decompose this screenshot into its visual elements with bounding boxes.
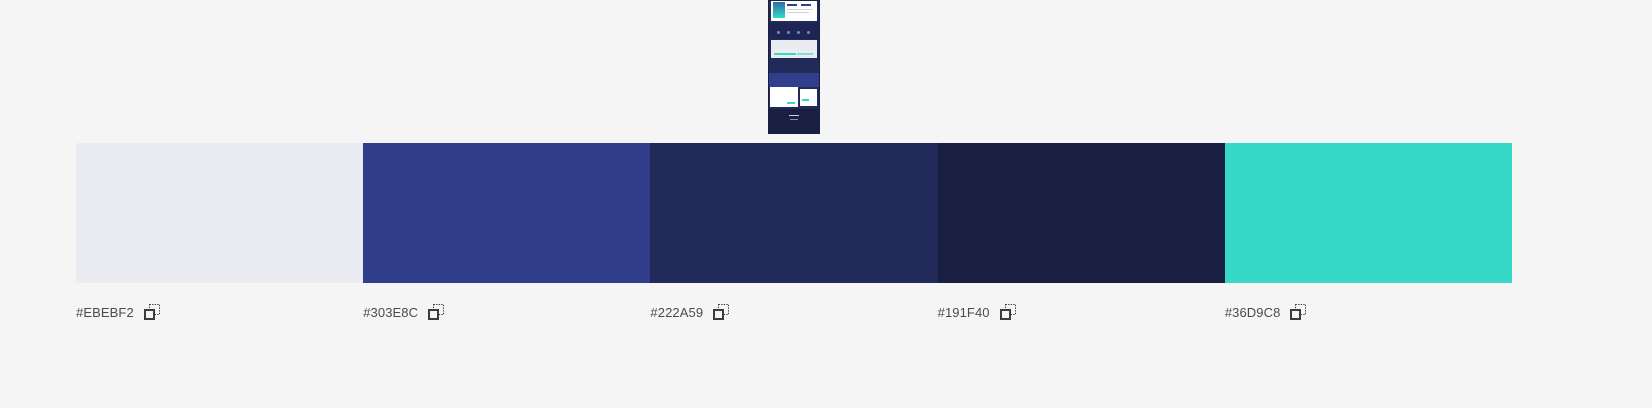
- thumb-bar: [797, 53, 813, 55]
- swatch-5[interactable]: [1224, 143, 1513, 283]
- hex-code: #222A59: [650, 304, 704, 320]
- thumb-hero-line: [801, 4, 811, 6]
- hex-code: #303E8C: [363, 304, 419, 320]
- thumb-card: [770, 87, 798, 107]
- thumb-footer: [769, 109, 819, 133]
- thumb-footer-line: [790, 119, 798, 120]
- swatch-2[interactable]: [363, 143, 651, 283]
- design-thumbnail[interactable]: [768, 0, 820, 134]
- copy-icon[interactable]: [999, 304, 1016, 320]
- thumb-button: [802, 99, 809, 101]
- color-label-5: #36D9C8: [1225, 302, 1512, 322]
- copy-icon[interactable]: [428, 304, 445, 320]
- color-label-4: #191F40: [938, 302, 1225, 322]
- thumb-footer-line: [789, 115, 799, 116]
- thumb-dot: [777, 31, 780, 34]
- thumb-band: [769, 73, 819, 87]
- thumb-card: [800, 89, 817, 106]
- thumb-hero-line: [787, 4, 797, 6]
- color-palette: [76, 143, 1513, 283]
- hex-code: #191F40: [937, 304, 990, 320]
- thumb-button: [787, 102, 795, 104]
- copy-icon[interactable]: [143, 304, 160, 320]
- copy-icon[interactable]: [1290, 304, 1307, 320]
- thumb-band: [769, 59, 819, 73]
- thumb-dot: [807, 31, 810, 34]
- thumb-dot: [797, 31, 800, 34]
- thumb-hero-line: [787, 9, 813, 10]
- thumb-bar: [774, 53, 796, 55]
- swatch-4[interactable]: [937, 143, 1225, 283]
- color-label-1: #EBEBF2: [76, 302, 363, 322]
- swatch-1[interactable]: [76, 143, 364, 283]
- color-label-3: #222A59: [650, 302, 937, 322]
- thumb-hero-line: [787, 12, 809, 13]
- hex-code: #36D9C8: [1224, 304, 1281, 320]
- color-labels: #EBEBF2 #303E8C #222A59 #191F40 #36D9C8: [76, 302, 1512, 322]
- thumb-dot: [787, 31, 790, 34]
- hex-code: #EBEBF2: [76, 304, 134, 320]
- thumb-hero-image: [773, 2, 785, 18]
- color-label-2: #303E8C: [363, 302, 650, 322]
- thumb-card: [771, 40, 817, 58]
- copy-icon[interactable]: [713, 304, 730, 320]
- swatch-3[interactable]: [650, 143, 938, 283]
